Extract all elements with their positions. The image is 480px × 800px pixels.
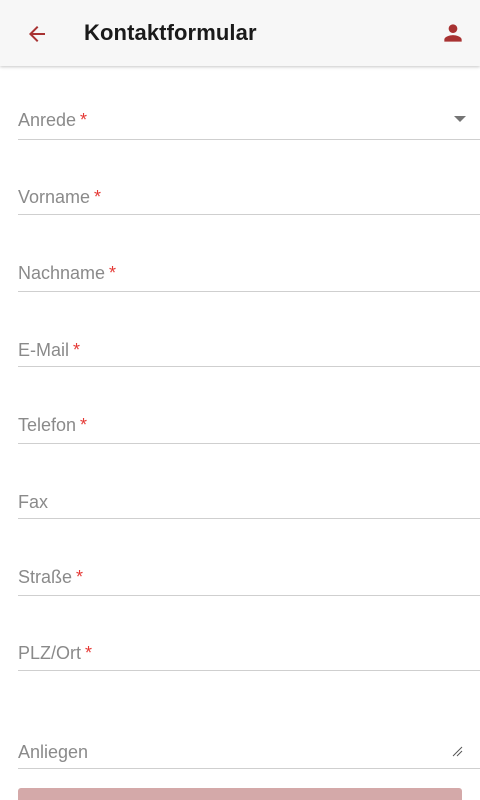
email-label: E-Mail * xyxy=(18,340,81,360)
page-title: Kontaktformular xyxy=(84,20,257,45)
anrede-select[interactable]: Anrede * xyxy=(18,96,480,140)
telefon-input[interactable]: Telefon * xyxy=(18,400,480,444)
required-marker: * xyxy=(80,110,88,130)
arrow-left-icon xyxy=(29,26,45,42)
required-marker: * xyxy=(85,643,93,663)
required-marker: * xyxy=(94,187,102,207)
anrede-label: Anrede * xyxy=(18,110,88,130)
email-input[interactable]: E-Mail * xyxy=(18,324,480,367)
anliegen-textarea[interactable]: Anliegen xyxy=(18,704,480,769)
app-bar: Kontaktformular xyxy=(0,0,480,66)
resize-handle-icon[interactable] xyxy=(451,745,463,757)
required-marker: * xyxy=(80,415,88,435)
nachname-label: Nachname * xyxy=(18,263,117,283)
vorname-input[interactable]: Vorname * xyxy=(18,172,480,215)
required-marker: * xyxy=(109,263,117,283)
anliegen-label: Anliegen xyxy=(18,742,89,762)
fax-input[interactable]: Fax xyxy=(18,476,480,519)
back-button[interactable] xyxy=(16,13,58,53)
person-icon xyxy=(444,24,462,42)
dropdown-arrow-icon xyxy=(454,116,466,122)
strasse-label: Straße * xyxy=(18,567,84,587)
submit-button[interactable] xyxy=(18,788,462,800)
nachname-input[interactable]: Nachname * xyxy=(18,248,480,292)
strasse-input[interactable]: Straße * xyxy=(18,552,480,596)
plz-ort-input[interactable]: PLZ/Ort * xyxy=(18,628,480,671)
vorname-label: Vorname * xyxy=(18,187,102,207)
profile-button[interactable] xyxy=(432,12,474,54)
required-marker: * xyxy=(76,567,84,587)
required-marker: * xyxy=(73,340,81,360)
plz-ort-label: PLZ/Ort * xyxy=(18,643,93,663)
fax-label: Fax xyxy=(18,492,49,512)
app: Kontaktformular Anrede * Vorname * Nachnam… xyxy=(0,0,480,800)
telefon-label: Telefon * xyxy=(18,415,88,435)
